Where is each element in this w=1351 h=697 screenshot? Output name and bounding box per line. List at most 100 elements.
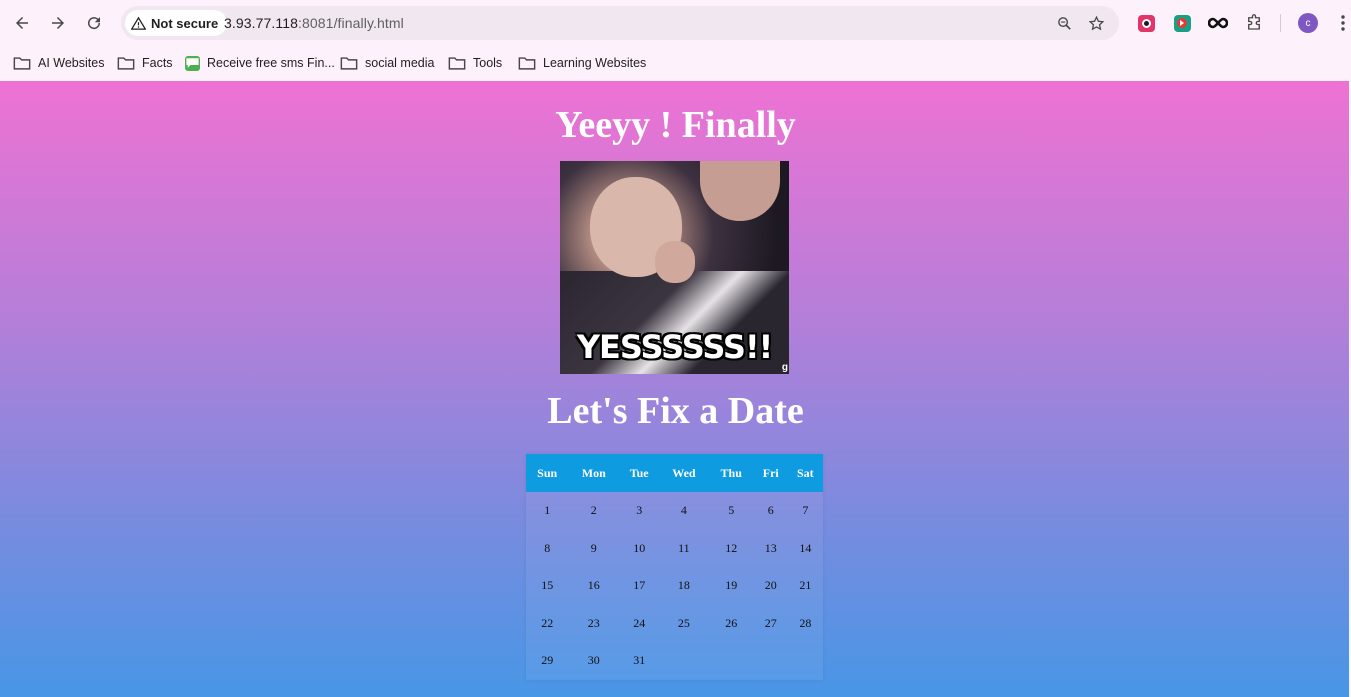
bookmark-label: Receive free sms Fin...: [207, 56, 335, 70]
bookmark-label: social media: [365, 56, 435, 70]
address-bar[interactable]: Not secure 3.93.77.118:8081/finally.html: [121, 6, 1119, 40]
security-chip[interactable]: Not secure: [125, 10, 228, 36]
calendar-day-cell[interactable]: 29: [526, 642, 568, 680]
bookmark-star-button[interactable]: [1084, 11, 1108, 35]
bookmark-label: Tools: [473, 56, 503, 70]
calendar-day-cell[interactable]: 9: [568, 530, 619, 568]
calendar-day-cell[interactable]: 6: [754, 492, 788, 530]
reload-button[interactable]: [80, 9, 108, 37]
calendar-day-cell[interactable]: 13: [754, 530, 788, 568]
profile-avatar[interactable]: c: [1298, 13, 1318, 33]
date-calendar: Sun Mon Tue Wed Thu Fri Sat 1 2 3 4 5 6 7 8 9 10 1…: [526, 454, 823, 680]
url-text[interactable]: 3.93.77.118:8081/finally.html: [224, 6, 404, 40]
play-icon: [1173, 14, 1191, 32]
day-header: Sat: [787, 454, 823, 492]
calendar-body: 1 2 3 4 5 6 7 8 9 10 11 12 13 14 15 16 17 18 19 20 21 22 23 24 2…: [526, 492, 823, 680]
calendar-day-cell[interactable]: 24: [619, 605, 659, 643]
calendar-empty-cell: [754, 642, 788, 680]
celebration-gif: YESSSSSS!! g: [560, 161, 789, 374]
calendar-day-cell[interactable]: 5: [709, 492, 754, 530]
calendar-day-cell[interactable]: 28: [788, 605, 823, 643]
gif-watermark: g: [781, 362, 788, 373]
calendar-day-cell[interactable]: 8: [526, 530, 568, 568]
forward-button[interactable]: [44, 9, 72, 37]
bookmark-label: Learning Websites: [543, 56, 647, 70]
bookmark-folder-ai-websites[interactable]: AI Websites: [13, 51, 104, 75]
bookmark-folder-learning-websites[interactable]: Learning Websites: [518, 51, 646, 75]
sms-site-icon: [185, 55, 200, 71]
calendar-week-row: 15 16 17 18 19 20 21: [526, 567, 823, 605]
toolbar-divider: [1280, 14, 1281, 32]
calendar-day-cell[interactable]: 21: [788, 567, 823, 605]
warning-icon: [131, 16, 146, 30]
day-header: Sun: [526, 454, 569, 492]
calendar-day-cell[interactable]: 18: [659, 567, 708, 605]
gif-background-person: [700, 161, 780, 221]
calendar-week-row: 1234567: [526, 492, 823, 530]
calendar-day-cell[interactable]: 17: [619, 567, 659, 605]
page-subtitle: Let's Fix a Date: [547, 390, 804, 432]
calendar-day-cell[interactable]: 12: [709, 530, 754, 568]
zoom-icon: [1057, 16, 1071, 30]
security-label: Not secure: [151, 15, 219, 31]
bookmark-folder-facts[interactable]: Facts: [117, 51, 173, 75]
calendar-day-cell[interactable]: 14: [788, 530, 823, 568]
calendar-empty-cell: [788, 642, 823, 680]
calendar-empty-cell: [709, 642, 754, 680]
gif-fist: [655, 241, 695, 283]
calendar-day-cell[interactable]: 10: [619, 530, 659, 568]
calendar-day-cell[interactable]: 1: [526, 492, 568, 530]
url-path: :8081/finally.html: [298, 15, 404, 31]
calendar-week-row: 8 9 10 11 12 13 14: [526, 530, 823, 568]
calendar-day-cell[interactable]: 23: [568, 605, 619, 643]
calendar-day-cell[interactable]: 3: [619, 492, 659, 530]
page-title: Yeeyy ! Finally: [555, 104, 796, 146]
folder-icon: [518, 57, 536, 70]
calendar-day-cell[interactable]: 31: [619, 642, 659, 680]
calendar-day-cell[interactable]: 30: [568, 642, 619, 680]
folder-icon: [13, 57, 31, 70]
day-header: Thu: [708, 454, 754, 492]
day-header: Wed: [659, 454, 709, 492]
zoom-button[interactable]: [1052, 11, 1076, 35]
extensions-button[interactable]: [1242, 11, 1266, 35]
puzzle-icon: [1248, 14, 1260, 30]
calendar-day-cell[interactable]: 27: [754, 605, 788, 643]
arrow-right-icon: [52, 17, 64, 29]
calendar-day-cell[interactable]: 25: [659, 605, 708, 643]
bookmark-label: Facts: [142, 56, 173, 70]
kebab-menu-icon: [1341, 15, 1345, 31]
day-header: Mon: [568, 454, 620, 492]
calendar-day-cell[interactable]: 7: [788, 492, 823, 530]
star-icon: [1088, 15, 1104, 30]
back-button[interactable]: [8, 9, 36, 37]
reload-icon: [88, 17, 101, 30]
browser-toolbar: Not secure 3.93.77.118:8081/finally.html…: [0, 0, 1351, 46]
bookmark-folder-tools[interactable]: Tools: [448, 51, 502, 75]
browser-menu-button[interactable]: [1333, 13, 1351, 33]
calendar-day-cell[interactable]: 22: [526, 605, 568, 643]
calendar-day-cell[interactable]: 4: [659, 492, 708, 530]
page-content: Yeeyy ! Finally YESSSSSS!! g Let's Fix a…: [0, 81, 1351, 697]
record-icon: [1137, 14, 1155, 32]
calendar-day-cell[interactable]: 15: [526, 567, 568, 605]
calendar-day-cell[interactable]: 16: [568, 567, 619, 605]
extension-record-button[interactable]: [1134, 11, 1158, 35]
extension-infinity-button[interactable]: [1206, 11, 1230, 35]
bookmarks-bar: AI Websites Facts Receive free sms Fin..…: [0, 46, 1351, 80]
bookmark-receive-sms[interactable]: Receive free sms Fin...: [185, 51, 335, 75]
folder-icon: [448, 57, 466, 70]
calendar-day-cell[interactable]: 2: [568, 492, 619, 530]
calendar-empty-cell: [659, 642, 708, 680]
calendar-day-cell[interactable]: 26: [709, 605, 754, 643]
calendar-day-cell[interactable]: 20: [754, 567, 788, 605]
calendar-week-row: 29 30 31: [526, 642, 823, 680]
day-header: Tue: [619, 454, 660, 492]
gif-caption: YESSSSSS!!: [576, 328, 773, 366]
calendar-day-cell[interactable]: 11: [659, 530, 708, 568]
bookmark-folder-social-media[interactable]: social media: [340, 51, 434, 75]
arrow-left-icon: [16, 17, 28, 29]
extension-play-button[interactable]: [1170, 11, 1194, 35]
url-host: 3.93.77.118: [224, 15, 299, 31]
calendar-day-cell[interactable]: 19: [709, 567, 754, 605]
